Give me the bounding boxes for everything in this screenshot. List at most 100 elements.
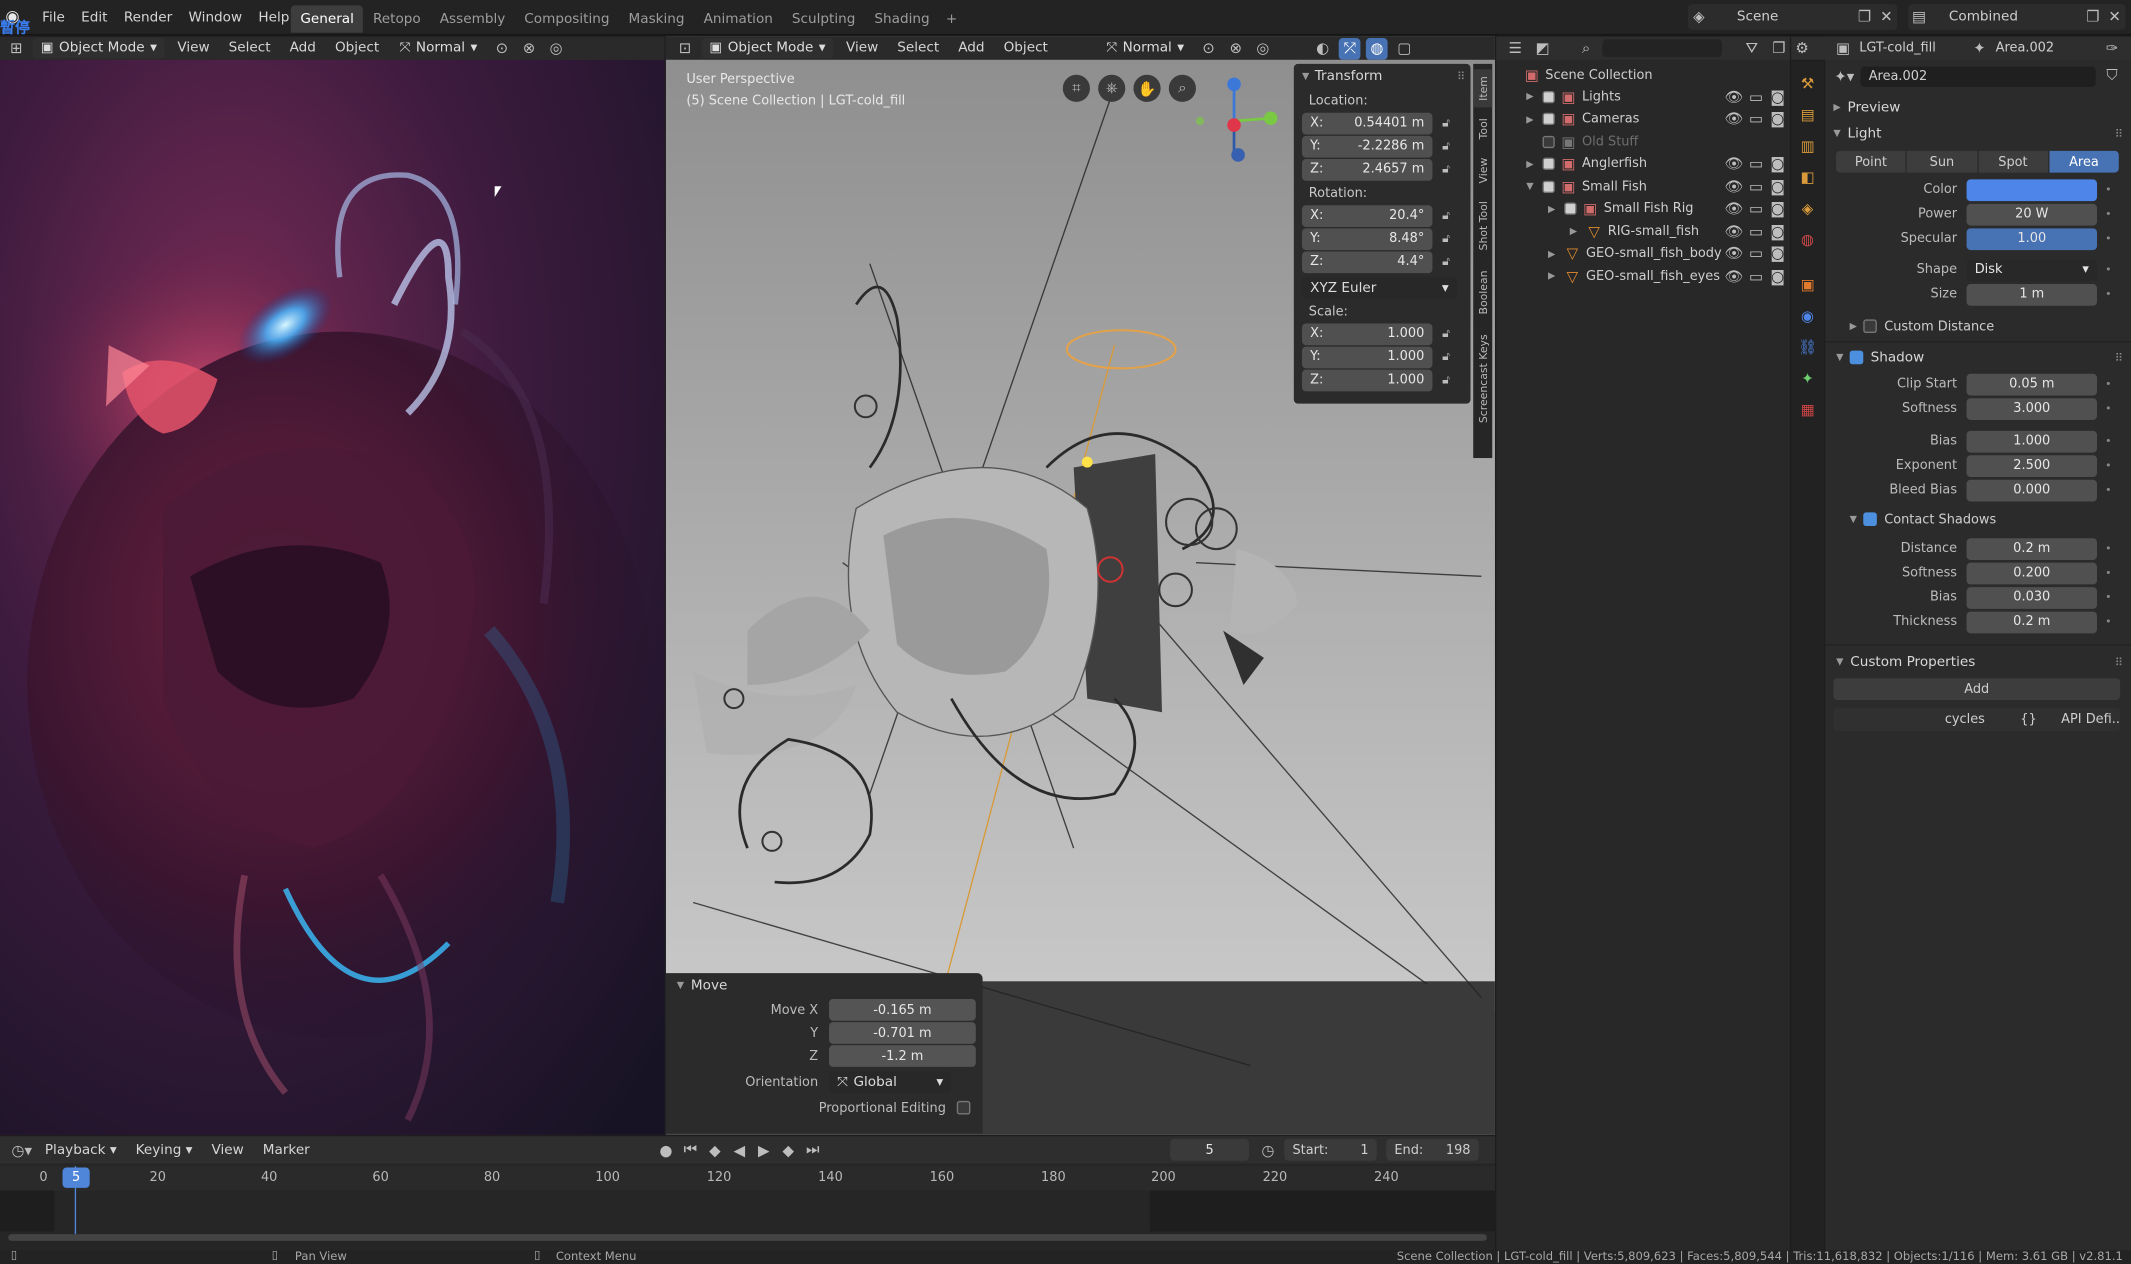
menu-window[interactable]: Window bbox=[182, 5, 249, 29]
location-field[interactable]: Z: 2.4657 m bbox=[1301, 158, 1433, 181]
orientation-dropdown[interactable]: ⤧ Global ▾ bbox=[829, 1071, 952, 1093]
monitor-icon[interactable]: ▭ bbox=[1746, 221, 1765, 243]
workspace-tab-masking[interactable]: Masking bbox=[619, 7, 694, 31]
play-reverse-icon[interactable]: ◀ bbox=[728, 1139, 750, 1161]
lock-icon[interactable]: 🔓︎ bbox=[1438, 323, 1454, 345]
sidebar-tab-shot-tool[interactable]: Shot Tool bbox=[1473, 192, 1492, 260]
playhead-marker[interactable]: 5 bbox=[62, 1167, 90, 1188]
camera-icon[interactable]: ◙ bbox=[1768, 221, 1787, 243]
lock-icon[interactable]: 🔓︎ bbox=[1438, 135, 1454, 157]
camera-icon[interactable]: ◙ bbox=[1768, 265, 1787, 287]
collection-checkbox[interactable] bbox=[1542, 158, 1555, 171]
camera-icon[interactable]: ◙ bbox=[1768, 108, 1787, 130]
editor-type-icon[interactable]: ⊞ bbox=[5, 37, 27, 59]
outliner-item[interactable]: ▶ ▣ Lights 👁︎ ▭ ◙ bbox=[1496, 86, 1790, 108]
workspace-tab-compositing[interactable]: Compositing bbox=[515, 7, 619, 31]
light-type-area[interactable]: Area bbox=[2049, 150, 2119, 173]
drag-handle-icon[interactable]: ⠿ bbox=[2115, 656, 2123, 668]
collapse-arrow-icon[interactable]: ▼ bbox=[1850, 514, 1857, 525]
eye-icon[interactable]: 👁︎ bbox=[1725, 221, 1744, 243]
keyframe-dot-icon[interactable]: • bbox=[2105, 542, 2111, 554]
tool-icon[interactable]: ⚒ bbox=[1797, 72, 1819, 94]
monitor-icon[interactable]: ▭ bbox=[1746, 198, 1765, 220]
sidebar-tab-screencast-keys[interactable]: Screencast Keys bbox=[1473, 325, 1492, 434]
new-collection-icon[interactable]: ❐ bbox=[1768, 37, 1790, 59]
vp-snap-icon[interactable]: ⊗ bbox=[1225, 37, 1247, 59]
keyframe-dot-icon[interactable]: • bbox=[2105, 484, 2111, 496]
expand-arrow-icon[interactable]: ▶ bbox=[1850, 321, 1857, 332]
outliner-item[interactable]: ▣ Old Stuff bbox=[1496, 130, 1790, 152]
gizmo-toggle-icon[interactable]: ⤱ bbox=[1339, 37, 1361, 60]
size-field[interactable]: 1 m bbox=[1966, 283, 2098, 306]
timeline-menu-marker[interactable]: Marker bbox=[256, 1138, 317, 1162]
monitor-icon[interactable]: ▭ bbox=[1746, 108, 1765, 130]
grid-view-icon[interactable]: ⌗ bbox=[1062, 74, 1090, 102]
view-layer-selector[interactable]: ▤ Combined ❐ ✕ bbox=[1908, 4, 2126, 30]
timeline-scrollbar[interactable] bbox=[8, 1234, 1487, 1241]
xray-icon[interactable]: ▢ bbox=[1393, 37, 1415, 59]
lock-icon[interactable]: 🔓︎ bbox=[1438, 228, 1454, 250]
keyframe-dot-icon[interactable]: • bbox=[2105, 591, 2111, 603]
lock-icon[interactable]: 🔓︎ bbox=[1438, 346, 1454, 368]
current-frame-field[interactable]: 5 bbox=[1170, 1138, 1249, 1161]
shadow-bias-field[interactable]: 1.000 bbox=[1966, 430, 2098, 452]
expand-arrow-icon[interactable]: ▶ bbox=[1526, 159, 1537, 170]
constraint-icon[interactable]: ⛓ bbox=[1797, 336, 1819, 358]
location-field[interactable]: X: 0.54401 m bbox=[1301, 112, 1433, 134]
color-field[interactable] bbox=[1966, 178, 2098, 201]
keyframe-dot-icon[interactable]: • bbox=[2105, 232, 2111, 244]
search-icon[interactable]: ⌕ bbox=[1575, 37, 1597, 59]
render-icon[interactable]: ▤ bbox=[1797, 103, 1819, 125]
move-value-field[interactable]: -0.165 m bbox=[829, 998, 976, 1021]
drag-handle-icon[interactable]: ⠿ bbox=[2115, 127, 2123, 139]
light-type-spot[interactable]: Spot bbox=[1978, 150, 2048, 173]
monitor-icon[interactable]: ▭ bbox=[1746, 265, 1765, 287]
3d-viewport[interactable]: ⊡ ▣ Object Mode ▾ View Select Add Object ⤧… bbox=[665, 36, 1495, 1135]
vp-menu-object[interactable]: Object bbox=[997, 37, 1055, 61]
next-key-icon[interactable]: ◆ bbox=[777, 1139, 799, 1161]
keyframe-dot-icon[interactable]: • bbox=[2105, 264, 2111, 276]
lock-icon[interactable]: 🔓︎ bbox=[1438, 205, 1454, 227]
menu-help[interactable]: Help bbox=[252, 5, 297, 29]
location-field[interactable]: Y: -2.2286 m bbox=[1301, 135, 1433, 157]
drag-handle-icon[interactable]: ⠿ bbox=[2115, 351, 2123, 363]
expand-arrow-icon[interactable]: ▼ bbox=[1526, 181, 1537, 192]
end-frame-field[interactable]: End: 198 bbox=[1386, 1138, 1479, 1161]
scale-field[interactable]: Z: 1.000 bbox=[1301, 369, 1433, 391]
pan-hand-icon[interactable]: ✋ bbox=[1133, 74, 1161, 102]
monitor-icon[interactable]: ▭ bbox=[1746, 243, 1765, 265]
collapse-arrow-icon[interactable]: ▼ bbox=[1836, 352, 1843, 363]
outliner-search-field[interactable] bbox=[1602, 39, 1722, 58]
fake-user-icon[interactable]: ⛉ bbox=[2101, 65, 2123, 87]
rotation-field[interactable]: Y: 8.48° bbox=[1301, 227, 1433, 250]
outliner-item[interactable]: ▼ ▣ Small Fish 👁︎ ▭ ◙ bbox=[1496, 175, 1790, 197]
collection-checkbox[interactable] bbox=[1542, 180, 1555, 193]
timeline-menu-view[interactable]: View bbox=[205, 1138, 251, 1162]
camera-icon[interactable]: ◙ bbox=[1768, 198, 1787, 220]
monitor-icon[interactable]: ▭ bbox=[1746, 86, 1765, 108]
left-orientation-dropdown[interactable]: ⤧ Normal ▾ bbox=[391, 38, 485, 58]
record-icon[interactable]: ● bbox=[655, 1139, 677, 1161]
left-menu-object[interactable]: Object bbox=[328, 37, 386, 61]
axis-gizmo[interactable] bbox=[1189, 71, 1284, 166]
light-type-sun[interactable]: Sun bbox=[1907, 150, 1977, 173]
jump-start-icon[interactable]: ⏮ bbox=[680, 1139, 702, 1161]
frame-ruler[interactable]: 0 20 40 60 80 100 120 140 160 180 200 220 240 bbox=[0, 1166, 1495, 1191]
expand-arrow-icon[interactable]: ▶ bbox=[1548, 204, 1559, 215]
keyframe-dot-icon[interactable]: • bbox=[2105, 208, 2111, 220]
menu-render[interactable]: Render bbox=[117, 5, 179, 29]
jump-end-icon[interactable]: ⏭ bbox=[802, 1139, 824, 1161]
lock-icon[interactable]: 🔓︎ bbox=[1438, 158, 1454, 180]
left-menu-select[interactable]: Select bbox=[222, 37, 278, 61]
sidebar-tab-view[interactable]: View bbox=[1473, 151, 1492, 189]
workspace-tab-assembly[interactable]: Assembly bbox=[430, 7, 515, 31]
camera-icon[interactable]: ◙ bbox=[1768, 176, 1787, 198]
keyframe-dot-icon[interactable]: • bbox=[2105, 435, 2111, 447]
lock-icon[interactable]: 🔓︎ bbox=[1438, 251, 1454, 273]
eye-icon[interactable]: 👁︎ bbox=[1725, 265, 1744, 287]
outliner-item[interactable]: ▶ ▣ Anglerfish 👁︎ ▭ ◙ bbox=[1496, 153, 1790, 175]
outliner-item[interactable]: ▶ ▽ RIG-small_fish 👁︎ ▭ ◙ bbox=[1496, 220, 1790, 242]
eye-icon[interactable]: 👁︎ bbox=[1725, 198, 1744, 220]
collection-checkbox[interactable] bbox=[1542, 113, 1555, 126]
outliner-item[interactable]: ▶ ▽ GEO-small_fish_eyes 👁︎ ▭ ◙ bbox=[1496, 265, 1790, 287]
